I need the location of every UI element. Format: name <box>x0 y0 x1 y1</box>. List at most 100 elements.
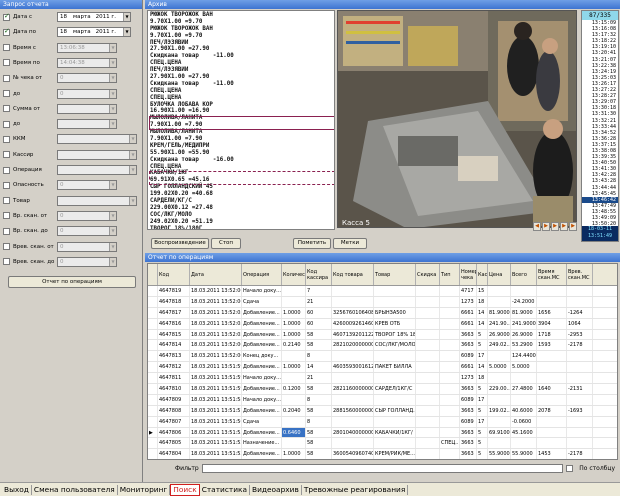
menu-item[interactable]: Выход <box>2 484 32 495</box>
stop-button[interactable]: Стоп <box>211 238 241 249</box>
filter-field[interactable]: 0 ▼ <box>57 226 117 237</box>
video-frame[interactable]: Касса 5 <box>337 10 577 228</box>
column-header[interactable]: Врев. скан.МС <box>567 264 593 285</box>
filter-checkbox[interactable] <box>3 59 10 67</box>
filter-field[interactable]: 0 ▼ <box>57 210 117 221</box>
spin-icon[interactable]: ▼ <box>109 89 116 98</box>
marks-button[interactable]: Метки <box>333 238 367 249</box>
table-row[interactable]: 4647818 18.03.2011 13:52:06 Сдача 21 1273 18 -… <box>148 296 617 308</box>
play-button[interactable]: ▶ <box>542 222 550 231</box>
chevron-down-icon[interactable]: ▼ <box>123 13 130 21</box>
column-header[interactable]: Тип <box>440 264 460 285</box>
column-header[interactable]: Товар <box>374 264 416 285</box>
table-row[interactable]: 4647812 18.03.2011 13:51:59 Добавление... 1… <box>148 362 617 374</box>
column-header[interactable]: Скидка <box>416 264 440 285</box>
filter-input[interactable] <box>201 464 564 473</box>
filter-checkbox[interactable] <box>3 197 10 205</box>
filter-field[interactable]: ▼ <box>57 134 137 145</box>
column-header[interactable]: Время скан.МС <box>537 264 567 285</box>
table-row[interactable]: 4647809 18.03.2011 13:51:58 Начало доку...… <box>148 394 617 406</box>
spin-icon[interactable]: ▼ <box>129 150 136 159</box>
next-frame-button[interactable]: ▶ <box>551 222 559 231</box>
spin-icon[interactable]: ▼ <box>109 181 116 190</box>
filter-checkbox[interactable] <box>3 151 10 159</box>
table-row[interactable]: 4647804 18.03.2011 13:51:52 Добавление... 1… <box>148 449 617 459</box>
spin-icon[interactable]: ▼ <box>129 166 136 174</box>
date-picker[interactable]: 18 марта 2011 г. ▼ <box>57 27 131 38</box>
filter-field[interactable]: ▼ <box>57 195 137 206</box>
spin-icon[interactable]: ▼ <box>109 74 116 83</box>
filter-field[interactable]: 13:06:38 ▼ <box>57 42 117 53</box>
filter-checkbox[interactable] <box>3 212 10 220</box>
table-row[interactable]: 4647813 18.03.2011 13:52:00 Конец доку... 8… <box>148 351 617 363</box>
date-picker[interactable]: 18 марта 2011 г. ▼ <box>57 12 131 22</box>
filter-checkbox[interactable] <box>3 181 10 189</box>
fast-forward-button[interactable]: ▶ <box>569 222 577 231</box>
filter-checkbox[interactable] <box>3 27 10 36</box>
filter-checkbox[interactable] <box>3 166 10 174</box>
column-header[interactable]: Номер чека <box>460 264 477 285</box>
by-column-checkbox[interactable] <box>566 465 574 472</box>
filter-checkbox[interactable] <box>3 120 10 128</box>
table-row[interactable]: ▶ 4647806 18.03.2011 13:51:55 Добавление...… <box>148 427 617 439</box>
filter-field[interactable]: 0 ▼ <box>57 256 117 267</box>
table-row[interactable]: 4647819 18.03.2011 13:52:06 Начало доку...… <box>148 286 617 297</box>
table-row[interactable]: 4647805 18.03.2011 13:51:52 Назначение... 5… <box>148 438 617 450</box>
table-row[interactable]: 4647807 18.03.2011 13:51:56 Сдача 8 6089 17 -0… <box>148 416 617 428</box>
column-header[interactable]: Код <box>158 264 190 285</box>
table-row[interactable]: 4647817 18.03.2011 13:52:05 Добавление... 1… <box>148 307 617 319</box>
table-row[interactable]: 4647810 18.03.2011 13:51:59 Добавление... 0… <box>148 384 617 395</box>
table-row[interactable]: 4647808 18.03.2011 13:51:57 Добавление... 0… <box>148 405 617 417</box>
spin-icon[interactable]: ▼ <box>109 120 116 129</box>
filter-field[interactable]: ▼ <box>57 103 117 114</box>
spin-icon[interactable]: ▼ <box>109 227 116 236</box>
menu-item[interactable]: Статистика <box>200 484 250 495</box>
filter-field[interactable]: 0 ▼ <box>57 241 117 252</box>
run-report-button[interactable]: Отчет по операциям <box>8 276 136 288</box>
column-header[interactable]: Всего <box>511 264 537 285</box>
table-row[interactable]: 4647816 18.03.2011 13:52:03 Добавление... 1… <box>148 318 617 330</box>
column-header[interactable]: Операция <box>242 264 282 285</box>
receipt-text-view[interactable]: РЮЖОК ТВОРОЖОК ВАН 9.70Х1.00 =9.70 РЮЖОК Т… <box>147 10 335 230</box>
column-header[interactable]: Количес <box>282 264 306 285</box>
chevron-down-icon[interactable]: ▼ <box>123 28 130 37</box>
play-archive-button[interactable]: Воспроизведение <box>151 238 209 249</box>
spin-icon[interactable]: ▼ <box>109 43 116 52</box>
menu-item[interactable]: Тревожные реагирования <box>302 484 409 495</box>
menu-item[interactable]: Смена пользователя <box>32 484 118 495</box>
filter-checkbox[interactable] <box>3 74 10 82</box>
column-header[interactable]: Код товара <box>332 264 374 285</box>
filter-checkbox[interactable] <box>3 243 10 250</box>
spin-icon[interactable]: ▼ <box>109 257 116 266</box>
spin-icon[interactable]: ▼ <box>129 135 136 144</box>
spin-icon[interactable]: ▼ <box>109 242 116 251</box>
filter-checkbox[interactable] <box>3 44 10 52</box>
spin-icon[interactable]: ▼ <box>109 211 116 220</box>
table-row[interactable]: 4647814 18.03.2011 13:52:00 Добавление... 0… <box>148 340 617 352</box>
spin-icon[interactable]: ▼ <box>109 104 116 113</box>
filter-field[interactable]: 0 ▼ <box>57 88 117 99</box>
filter-field[interactable]: ▼ <box>57 149 137 160</box>
prev-frame-button[interactable]: ◀ <box>533 222 541 231</box>
menu-item[interactable]: Видеоархив <box>250 484 302 495</box>
table-row[interactable]: 4647815 18.03.2011 13:52:02 Добавление... 1… <box>148 329 617 341</box>
mark-button[interactable]: Пометить <box>293 238 331 249</box>
timeline-panel[interactable]: 87/335 13:15:09 13:16:08 13:17:32 13:18:22 1… <box>581 10 619 242</box>
filter-checkbox[interactable] <box>3 258 10 266</box>
filter-checkbox[interactable] <box>3 12 10 21</box>
spin-icon[interactable]: ▼ <box>109 58 116 67</box>
column-header[interactable]: Код кассира <box>306 264 332 285</box>
filter-checkbox[interactable] <box>3 135 10 143</box>
filter-field[interactable]: 0 ▼ <box>57 180 117 191</box>
operations-grid[interactable]: Код Дата Операция Количес Код кассира Код тов… <box>147 263 618 460</box>
column-header[interactable]: Дата <box>190 264 242 285</box>
filter-checkbox[interactable] <box>3 227 10 235</box>
menu-item[interactable]: Мониторинг <box>118 484 171 495</box>
filter-field[interactable]: 0 ▼ <box>57 73 117 84</box>
table-row[interactable]: 4647811 18.03.2011 13:51:59 Начало доку...… <box>148 373 617 385</box>
filter-checkbox[interactable] <box>3 105 10 113</box>
filter-checkbox[interactable] <box>3 90 10 97</box>
spin-icon[interactable]: ▼ <box>129 196 136 205</box>
column-header[interactable]: Цена <box>488 264 511 285</box>
filter-field[interactable]: ▼ <box>57 119 117 130</box>
